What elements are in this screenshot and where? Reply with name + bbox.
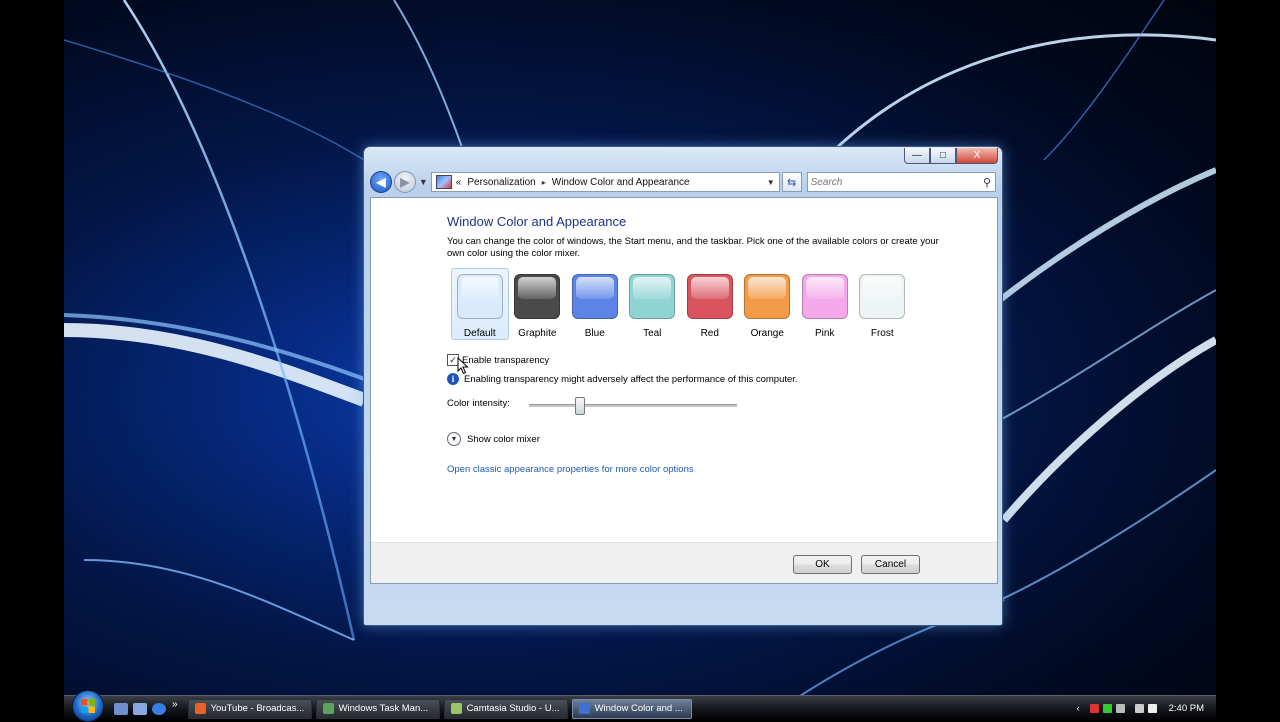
taskbar-button[interactable]: Window Color and ... xyxy=(571,698,692,719)
show-color-mixer[interactable]: ▼ Show color mixer xyxy=(447,432,540,446)
taskbar-button-label: Camtasia Studio - U... xyxy=(466,703,560,714)
navigation-bar: ◀ ▶ ▼ « Personalization ▸ Window Color a… xyxy=(370,171,996,193)
window-color-appearance-window[interactable]: — □ X ◀ ▶ ▼ « Personalization ▸ Window C… xyxy=(363,146,1003,626)
breadcrumb-separator[interactable]: ▸ xyxy=(542,178,546,187)
tray-network-icon[interactable] xyxy=(1134,704,1144,713)
swatch-orange[interactable]: Orange xyxy=(739,268,797,340)
tray-expand-icon[interactable]: ‹ xyxy=(1076,703,1079,714)
back-arrow-icon: ◀ xyxy=(376,175,386,189)
control-panel-icon xyxy=(435,175,452,189)
taskbar-app-icon xyxy=(194,703,206,714)
swatch-frost[interactable]: Frost xyxy=(854,268,912,340)
transparency-warning: i Enabling transparency might adversely … xyxy=(447,373,798,385)
back-button[interactable]: ◀ xyxy=(370,171,392,193)
swatch-label: Orange xyxy=(750,328,784,339)
swatch-red[interactable]: Red xyxy=(681,268,739,340)
chevron-down-icon[interactable]: ▼ xyxy=(447,432,461,446)
internet-explorer-icon[interactable] xyxy=(152,702,166,715)
clock[interactable]: 2:40 PM xyxy=(1169,703,1204,714)
swatch-graphite[interactable]: Graphite xyxy=(509,268,567,340)
quicklaunch-overflow[interactable]: » xyxy=(172,699,178,710)
taskbar-button-label: Window Color and ... xyxy=(594,703,683,714)
show-desktop-icon[interactable] xyxy=(114,702,128,715)
tray-app-icon[interactable] xyxy=(1089,704,1099,713)
search-input[interactable] xyxy=(807,175,973,189)
swatch-label: Default xyxy=(463,328,496,339)
recent-pages-dropdown[interactable]: ▼ xyxy=(419,177,428,187)
swatch-color-chip[interactable] xyxy=(629,274,676,319)
swatch-label: Blue xyxy=(584,328,605,339)
swatch-color-chip[interactable] xyxy=(801,274,848,319)
cancel-button[interactable]: Cancel xyxy=(861,555,920,574)
swatch-label: Frost xyxy=(870,328,894,339)
page-title: Window Color and Appearance xyxy=(447,214,627,229)
dialog-footer: OK Cancel xyxy=(371,542,997,583)
refresh-icon: ⇆ xyxy=(787,176,797,189)
close-button[interactable]: X xyxy=(956,148,998,164)
tray-pen-icon[interactable] xyxy=(1115,704,1125,713)
page-description: You can change the color of windows, the… xyxy=(447,236,939,259)
taskbar-button[interactable]: YouTube - Broadcas... xyxy=(187,698,312,719)
warning-text: Enabling transparency might adversely af… xyxy=(464,373,798,385)
swatch-color-chip[interactable] xyxy=(686,274,733,319)
classic-appearance-link[interactable]: Open classic appearance properties for m… xyxy=(447,464,694,475)
maximize-button[interactable]: □ xyxy=(930,148,956,164)
minimize-button[interactable]: — xyxy=(904,148,930,164)
slider-thumb[interactable] xyxy=(574,397,585,415)
forward-arrow-icon: ▶ xyxy=(400,175,410,189)
swatch-default[interactable]: Default xyxy=(451,268,509,340)
search-icon[interactable]: ⚲ xyxy=(983,176,991,189)
swatch-blue[interactable]: Blue xyxy=(566,268,624,340)
forward-button[interactable]: ▶ xyxy=(393,171,416,193)
content-pane: Window Color and Appearance You can chan… xyxy=(370,197,998,584)
search-box[interactable]: ⚲ xyxy=(806,172,996,192)
swatch-color-chip[interactable] xyxy=(571,274,618,319)
taskbar-button-label: YouTube - Broadcas... xyxy=(210,703,305,714)
taskbar-app-icon xyxy=(578,703,590,714)
color-intensity-slider[interactable] xyxy=(529,397,737,415)
taskbar: » YouTube - Broadcas... Windows Task Man.… xyxy=(64,689,1216,722)
refresh-button[interactable]: ⇆ xyxy=(781,172,802,192)
color-intensity-label: Color intensity: xyxy=(447,398,510,409)
swatch-color-chip[interactable] xyxy=(744,274,791,319)
tray-volume-icon[interactable] xyxy=(1147,704,1157,713)
tray-status-icon[interactable] xyxy=(1102,704,1112,713)
show-color-mixer-label[interactable]: Show color mixer xyxy=(467,434,540,445)
swatch-label: Pink xyxy=(815,328,835,339)
taskbar-app-icon xyxy=(450,703,462,714)
taskbar-app-icon xyxy=(322,703,334,714)
mouse-cursor-icon xyxy=(457,357,469,375)
swatch-label: Graphite xyxy=(518,328,557,339)
color-swatches: Default Graphite Blue Teal Red Orange Pink Fros… xyxy=(451,268,911,340)
swatch-color-chip[interactable] xyxy=(859,274,906,319)
swatch-label: Teal xyxy=(643,328,662,339)
taskbar-button[interactable]: Camtasia Studio - U... xyxy=(443,698,568,719)
breadcrumb-window-color[interactable]: Window Color and Appearance xyxy=(552,177,690,188)
caption-buttons: — □ X xyxy=(904,148,998,164)
switch-windows-icon[interactable] xyxy=(133,702,147,715)
swatch-pink[interactable]: Pink xyxy=(796,268,854,340)
start-button[interactable] xyxy=(72,689,104,722)
taskbar-button[interactable]: Windows Task Man... xyxy=(315,698,440,719)
swatch-color-chip[interactable] xyxy=(514,274,561,319)
address-dropdown-icon[interactable]: ▼ xyxy=(767,178,775,187)
swatch-label: Red xyxy=(700,328,719,339)
ok-button[interactable]: OK xyxy=(793,555,852,574)
breadcrumb-personalization[interactable]: Personalization xyxy=(467,177,535,188)
taskbar-tasks: YouTube - Broadcas... Windows Task Man...… xyxy=(184,698,692,719)
enable-transparency-label[interactable]: Enable transparency xyxy=(462,355,549,366)
address-bar[interactable]: « Personalization ▸ Window Color and App… xyxy=(430,172,780,192)
system-tray: ‹ 2:40 PM xyxy=(1076,696,1216,721)
windows-logo-icon xyxy=(81,698,95,713)
taskbar-button-label: Windows Task Man... xyxy=(338,703,429,714)
address-prefix[interactable]: « xyxy=(456,177,462,188)
swatch-teal[interactable]: Teal xyxy=(624,268,682,340)
swatch-color-chip[interactable] xyxy=(456,274,503,319)
